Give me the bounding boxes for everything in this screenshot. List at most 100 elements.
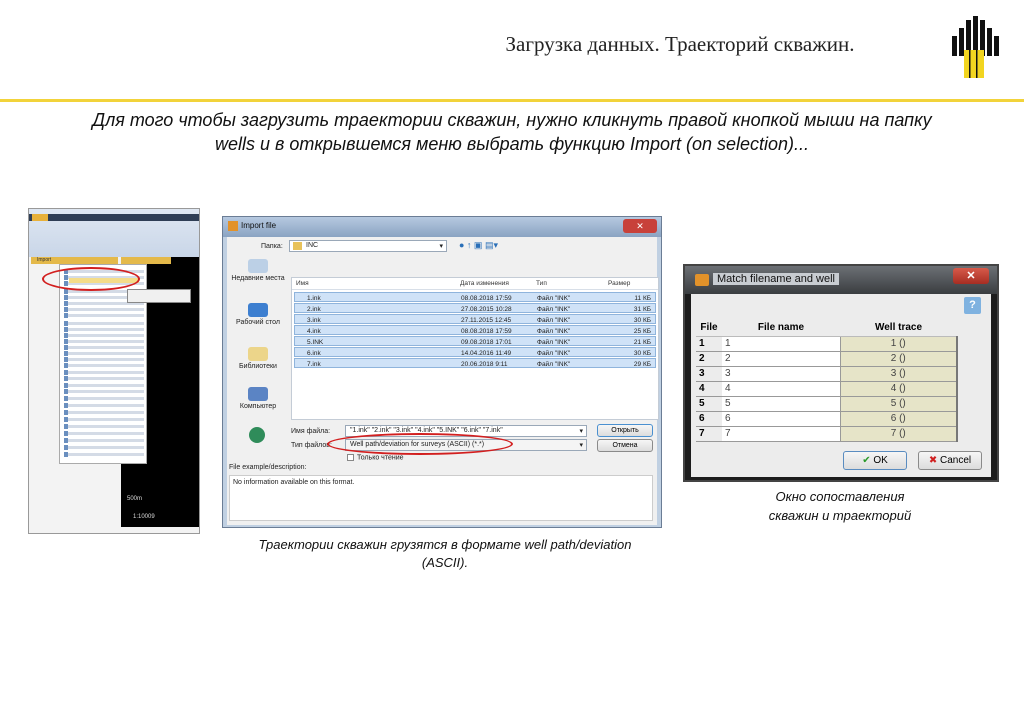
place-desktop[interactable]: Рабочий стол xyxy=(227,303,289,326)
ok-button[interactable]: ✔ OK xyxy=(843,451,907,470)
well-trace-cell[interactable]: 5 () xyxy=(839,396,958,412)
intro-text-line2: wells и в открывшемся меню выбрать функц… xyxy=(214,134,810,154)
import-caption: Траектории скважин грузятся в формате we… xyxy=(258,537,632,570)
chevron-down-icon: ▾ xyxy=(579,428,583,435)
file-type: Файл "INK" xyxy=(537,350,571,357)
ok-label: OK xyxy=(873,455,888,466)
file-date: 20.06.2018 9:11 xyxy=(461,361,508,368)
cancel-button[interactable]: ✖ Cancel xyxy=(918,451,982,470)
file-size: 30 КБ xyxy=(633,350,651,357)
scale-ratio: 1:10009 xyxy=(133,514,155,520)
file-row[interactable]: 6.ink 14.04.2016 11:49 Файл "INK" 30 КБ xyxy=(294,347,656,357)
file-row[interactable]: 7.ink 20.06.2018 9:11 Файл "INK" 29 КБ xyxy=(294,358,656,368)
titlebar xyxy=(223,217,661,237)
file-row[interactable]: 2.ink 27.08.2015 10:28 Файл "INK" 31 КБ xyxy=(294,303,656,313)
file-size: 30 КБ xyxy=(633,317,651,324)
computer-icon xyxy=(248,387,268,401)
place-label: Компьютер xyxy=(239,403,277,410)
file-name-cell[interactable]: 4 xyxy=(722,381,840,397)
column-file-name: File name xyxy=(722,320,840,337)
petrel-screenshot: Import 500m 1:10009 xyxy=(28,208,200,534)
file-index: 6 xyxy=(696,411,722,427)
file-row[interactable]: 5.INK 09.08.2018 17:01 Файл "INK" 21 КБ xyxy=(294,336,656,346)
readonly-checkbox[interactable]: Только чтение xyxy=(347,454,404,461)
match-row: 555 () xyxy=(696,396,958,412)
slide-title: Загрузка данных. Траекторий скважин. xyxy=(505,32,855,56)
file-type: Файл "INK" xyxy=(537,306,571,313)
well-trace-cell[interactable]: 7 () xyxy=(839,426,958,442)
well-trace-cell[interactable]: 2 () xyxy=(839,351,958,367)
file-size: 11 КБ xyxy=(634,295,651,302)
ribbon-tabs xyxy=(29,214,199,221)
import-file-dialog: Import file ✕ Папка: INC ▾ ● ↑ ▣ ▤▾ Недав… xyxy=(222,216,662,528)
file-size: 31 КБ xyxy=(633,306,651,313)
logo xyxy=(950,14,1000,80)
file-date: 09.08.2018 17:01 xyxy=(461,339,512,346)
file-name-cell[interactable]: 6 xyxy=(722,411,840,427)
file-row[interactable]: 1.ink 08.08.2018 17:59 Файл "INK" 11 КБ xyxy=(294,292,656,302)
match-row: 666 () xyxy=(696,411,958,427)
file-index: 3 xyxy=(696,366,722,382)
cancel-button[interactable]: Отмена xyxy=(597,439,653,452)
cancel-label: Cancel xyxy=(940,455,972,466)
nav-toolbar[interactable]: ● ↑ ▣ ▤▾ xyxy=(459,240,498,251)
file-tab xyxy=(32,214,48,221)
file-name: 1.ink xyxy=(307,295,321,302)
chevron-down-icon: ▾ xyxy=(439,243,443,250)
match-filename-dialog: Match filename and well ✕ ? File File na… xyxy=(683,264,999,482)
filetype-label: Тип файлов: xyxy=(291,442,332,449)
file-row[interactable]: 4.ink 08.08.2018 17:59 Файл "INK" 25 КБ xyxy=(294,325,656,335)
column-type[interactable]: Тип xyxy=(536,280,547,287)
dialog-body: Папка: INC ▾ ● ↑ ▣ ▤▾ Недавние места Рабо… xyxy=(227,237,659,525)
checkbox-box[interactable] xyxy=(347,454,354,461)
file-list-header: Имя Дата изменения Тип Размер xyxy=(292,278,658,290)
file-type: Файл "INK" xyxy=(537,317,571,324)
folder-select[interactable]: INC ▾ xyxy=(289,240,447,252)
well-trace-cell[interactable]: 4 () xyxy=(839,381,958,397)
description-label: File example/description: xyxy=(229,464,307,471)
file-type: Файл "INK" xyxy=(537,295,571,302)
help-button[interactable]: ? xyxy=(964,297,981,314)
place-label: Рабочий стол xyxy=(236,319,280,326)
place-libraries[interactable]: Библиотеки xyxy=(227,347,289,370)
file-name-cell[interactable]: 7 xyxy=(722,426,840,442)
file-size: 29 КБ xyxy=(633,361,651,368)
desktop-icon xyxy=(248,303,268,317)
dialog-title: Match filename and well xyxy=(713,273,840,285)
close-button[interactable]: ✕ xyxy=(623,219,657,233)
column-date[interactable]: Дата изменения xyxy=(460,280,509,287)
file-date: 27.11.2015 12:45 xyxy=(461,317,512,324)
well-trace-cell[interactable]: 1 () xyxy=(839,336,958,352)
file-name: 3.ink xyxy=(307,317,321,324)
intro-text-line1: Для того чтобы загрузить траектории сква… xyxy=(92,110,932,130)
file-index: 5 xyxy=(696,396,722,412)
file-index: 4 xyxy=(696,381,722,397)
place-label: Недавние места xyxy=(231,275,285,282)
open-button[interactable]: Открыть xyxy=(597,424,653,437)
match-row: 444 () xyxy=(696,381,958,397)
well-trace-cell[interactable]: 6 () xyxy=(839,411,958,427)
file-name: 6.ink xyxy=(307,350,321,357)
column-name[interactable]: Имя xyxy=(296,280,309,287)
recent-places-icon xyxy=(248,259,268,273)
place-computer[interactable]: Компьютер xyxy=(227,387,289,410)
well-trace-cell[interactable]: 3 () xyxy=(839,366,958,382)
file-name-cell[interactable]: 1 xyxy=(722,336,840,352)
match-caption-line2: скважин и траекторий xyxy=(768,508,912,523)
match-row: 111 () xyxy=(696,336,958,352)
place-recent[interactable]: Недавние места xyxy=(227,259,289,282)
column-size[interactable]: Размер xyxy=(608,280,630,287)
file-index: 1 xyxy=(696,336,722,352)
file-name: 4.ink xyxy=(307,328,321,335)
file-list[interactable]: Имя Дата изменения Тип Размер 1.ink 08.08… xyxy=(291,277,659,420)
file-name-cell[interactable]: 5 xyxy=(722,396,840,412)
file-name: 7.ink xyxy=(307,361,321,368)
folder-icon xyxy=(293,242,302,250)
file-name-cell[interactable]: 3 xyxy=(722,366,840,382)
file-row[interactable]: 3.ink 27.11.2015 12:45 Файл "INK" 30 КБ xyxy=(294,314,656,324)
file-date: 27.08.2015 10:28 xyxy=(461,306,512,313)
file-type: Файл "INK" xyxy=(537,339,571,346)
description-text: No information available on this format. xyxy=(233,479,355,486)
file-name-cell[interactable]: 2 xyxy=(722,351,840,367)
close-button[interactable]: ✕ xyxy=(953,268,989,284)
